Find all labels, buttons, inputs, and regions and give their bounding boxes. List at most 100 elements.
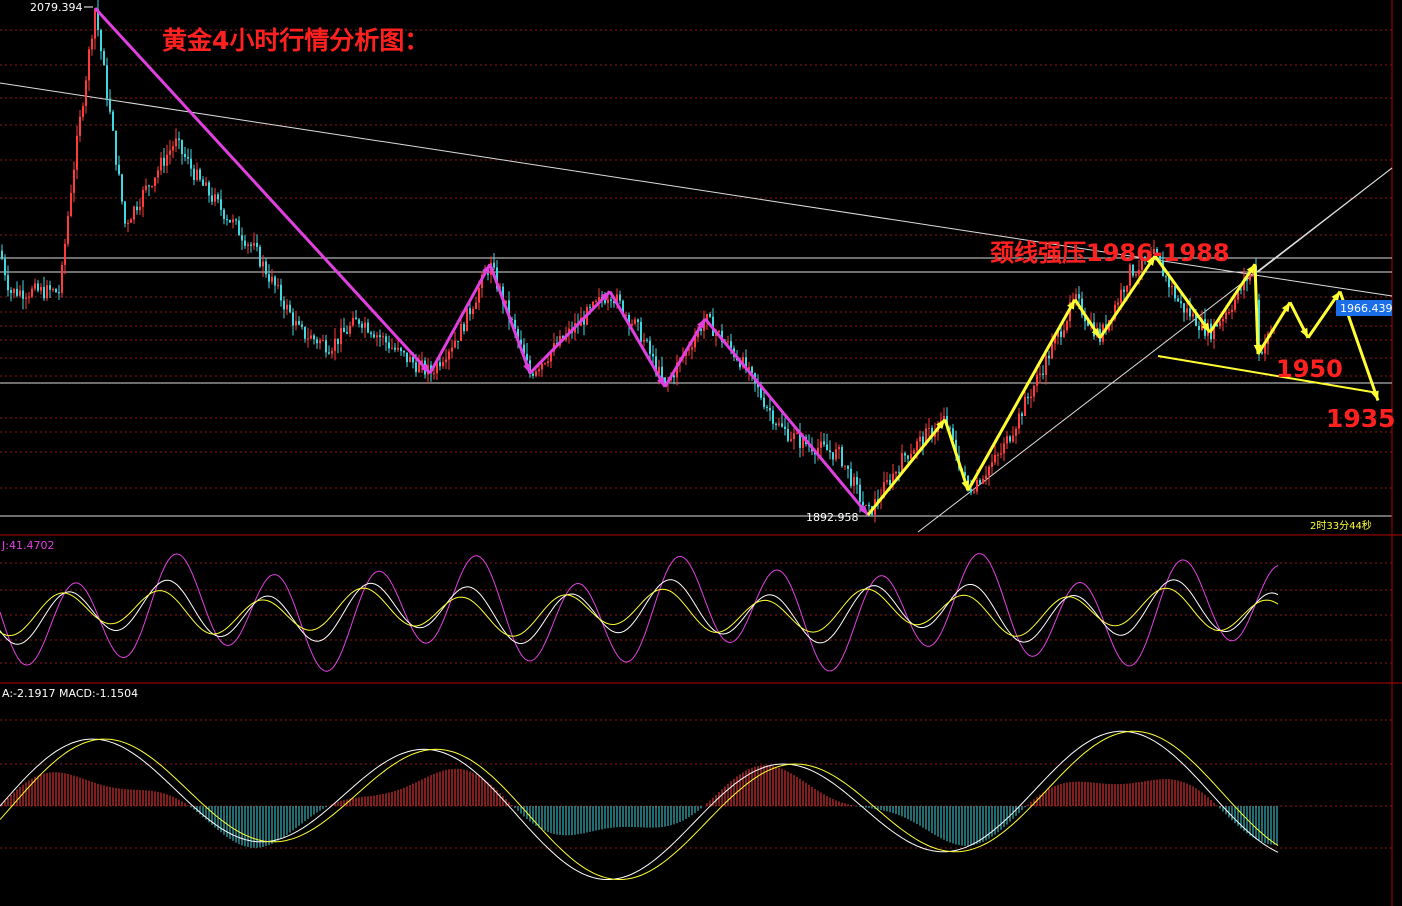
candle-body <box>790 439 792 441</box>
candle-body <box>604 300 606 304</box>
candle-body <box>1006 436 1008 444</box>
candle-body <box>124 201 126 224</box>
candle-body <box>163 157 165 166</box>
candle-body <box>22 290 24 299</box>
candle-body <box>271 276 273 282</box>
candle-body <box>277 284 279 286</box>
candle-body <box>823 441 825 445</box>
candle-body <box>976 480 978 492</box>
candle-body <box>184 154 186 158</box>
candle-body <box>865 504 867 506</box>
candle-body <box>904 453 906 456</box>
candle-body <box>58 292 60 294</box>
candle-body <box>67 215 69 244</box>
candle-body <box>1228 311 1230 313</box>
candle-body <box>1015 428 1017 436</box>
candle-body <box>118 164 120 175</box>
candle-body <box>970 488 972 493</box>
candle-body <box>1003 443 1005 454</box>
candle-body <box>220 199 222 210</box>
candle-body <box>766 406 768 409</box>
candle-body <box>451 347 453 352</box>
candle-body <box>73 169 75 193</box>
candle-body <box>1165 276 1167 278</box>
candle-body <box>370 332 372 335</box>
candle-body <box>274 276 276 286</box>
candle-body <box>820 441 822 448</box>
candle-body <box>400 347 402 352</box>
candle-body <box>991 462 993 467</box>
candle-body <box>46 285 48 299</box>
candle-body <box>52 288 54 290</box>
candle-body <box>10 290 12 293</box>
candle-body <box>160 157 162 171</box>
candle-body <box>151 186 153 188</box>
candle-body <box>1129 264 1131 286</box>
candle-body <box>235 219 237 221</box>
candle-body <box>832 452 834 460</box>
candle-body <box>661 366 663 378</box>
candle-body <box>409 356 411 363</box>
candle-body <box>325 340 327 353</box>
candle-body <box>61 264 63 293</box>
candle-body <box>619 294 621 301</box>
candle-body <box>469 308 471 315</box>
candle-body <box>88 49 90 81</box>
candle-body <box>1135 274 1137 276</box>
candle-body <box>1240 289 1242 291</box>
candle-body <box>13 288 15 293</box>
candle-body <box>136 206 138 211</box>
candle-body <box>256 243 258 247</box>
candle-body <box>988 466 990 476</box>
candle-body <box>388 342 390 349</box>
candle-body <box>463 324 465 332</box>
candle-body <box>1048 355 1050 359</box>
candle-body <box>1060 331 1062 337</box>
candle-body <box>709 313 711 317</box>
candle-body <box>1222 319 1224 322</box>
candle-body <box>1066 321 1068 331</box>
candle-body <box>646 339 648 341</box>
candle-body <box>196 169 198 180</box>
candle-body <box>982 478 984 484</box>
candle-body <box>829 450 831 453</box>
candle-body <box>394 347 396 350</box>
candle-body <box>94 9 96 39</box>
candle-body <box>1198 325 1200 331</box>
candle-body <box>1063 330 1065 337</box>
high-price-label: 2079.394 <box>30 1 83 14</box>
candle-body <box>286 304 288 310</box>
candle-body <box>1180 301 1182 304</box>
candle-body <box>190 158 192 169</box>
candle-body <box>1051 343 1053 359</box>
candle-body <box>40 286 42 291</box>
candle-body <box>55 288 57 293</box>
candle-body <box>652 353 654 357</box>
candle-body <box>673 375 675 378</box>
candle-body <box>919 436 921 442</box>
candle-body <box>1012 435 1014 442</box>
candle-body <box>1174 286 1176 299</box>
candle-body <box>241 235 243 241</box>
candle-body <box>244 240 246 246</box>
candle-body <box>76 135 78 170</box>
candle-body <box>979 480 981 484</box>
candle-body <box>358 319 360 324</box>
candle-body <box>607 299 609 304</box>
candle-body <box>379 335 381 338</box>
candle-body <box>775 423 777 425</box>
candle-body <box>355 317 357 320</box>
current-price-label: 1966.439 <box>1340 302 1393 315</box>
candle-body <box>217 194 219 200</box>
candle-body <box>838 447 840 450</box>
candle-body <box>910 453 912 459</box>
kdj-label: J:41.4702 <box>1 539 54 552</box>
candle-body <box>853 477 855 486</box>
candle-body <box>1030 396 1032 399</box>
neckline-annotation: 颈线强压1986-1988 <box>990 239 1230 267</box>
candle-body <box>346 332 348 334</box>
candle-body <box>1018 413 1020 429</box>
candle-body <box>610 299 612 301</box>
candle-body <box>796 433 798 435</box>
candle-body <box>214 194 216 202</box>
